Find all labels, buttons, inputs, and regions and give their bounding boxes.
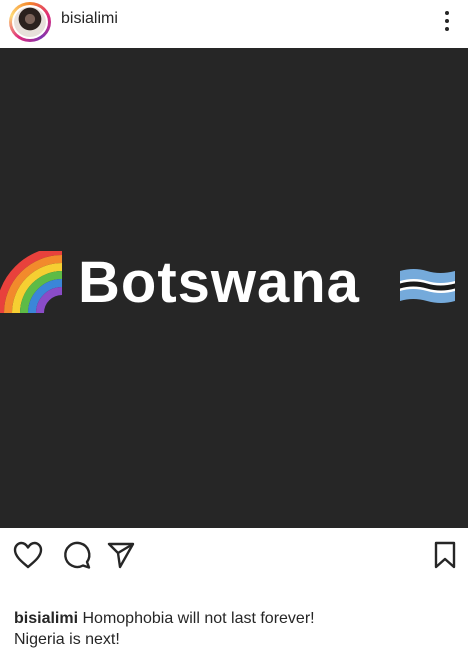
comment-icon[interactable] xyxy=(60,538,94,572)
post-image-text: Botswana xyxy=(78,250,360,315)
rainbow-icon xyxy=(0,251,62,313)
post-username[interactable]: bisialimi xyxy=(61,10,118,28)
caption-line-1: bisialimi Homophobia will not last forev… xyxy=(14,608,454,629)
post-image[interactable]: Botswana xyxy=(0,48,468,528)
avatar-story-ring[interactable] xyxy=(9,2,51,42)
send-icon[interactable] xyxy=(104,538,138,572)
more-options-icon[interactable] xyxy=(437,8,457,34)
post-header: bisialimi xyxy=(0,0,468,47)
avatar[interactable] xyxy=(12,5,48,39)
botswana-flag-icon xyxy=(399,267,456,305)
post-actions-bar xyxy=(0,528,468,582)
caption-author[interactable]: bisialimi xyxy=(14,610,78,627)
post-caption: bisialimi Homophobia will not last forev… xyxy=(14,608,454,650)
caption-line-2: Nigeria is next! xyxy=(14,631,120,648)
heart-icon[interactable] xyxy=(11,538,45,572)
caption-text: Homophobia will not last forever! xyxy=(82,610,315,627)
post-image-content: Botswana xyxy=(0,251,468,321)
bookmark-icon[interactable] xyxy=(428,538,462,572)
